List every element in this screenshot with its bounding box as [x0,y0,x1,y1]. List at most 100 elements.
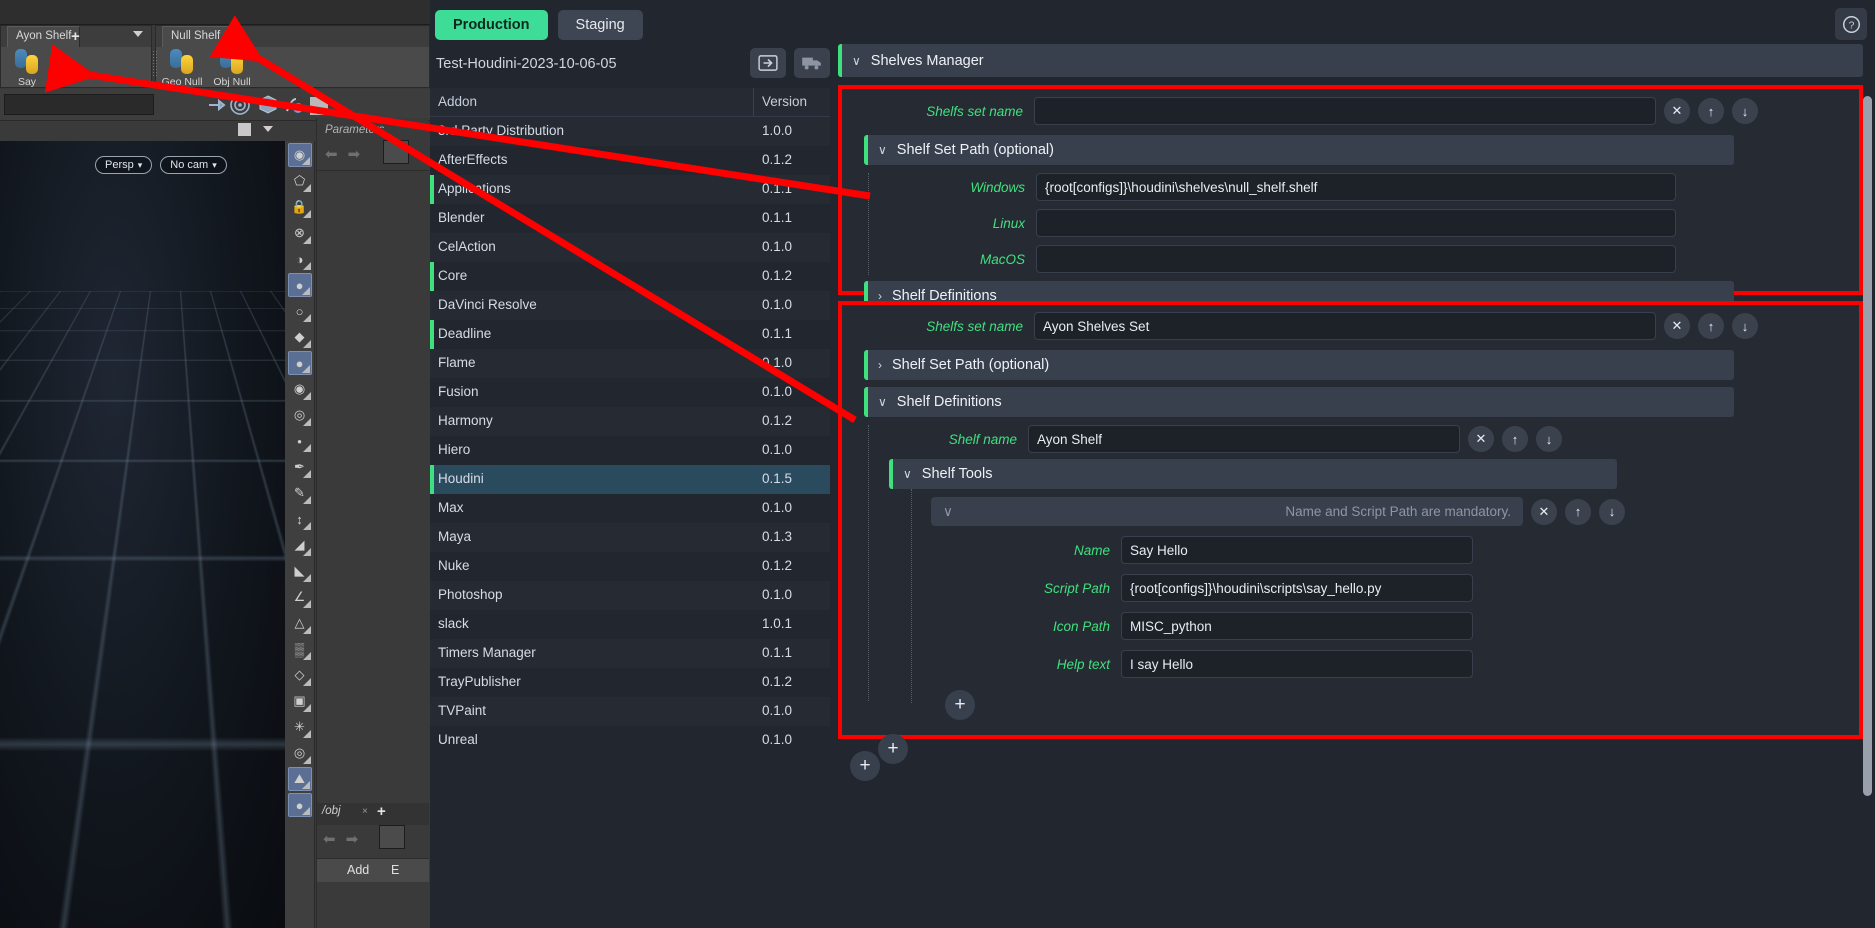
image-icon[interactable]: ⛰ [287,767,312,791]
parameters-thumbnail-icon[interactable] [383,140,409,164]
camera-eye-icon[interactable]: ◎ [288,403,312,427]
paint-bucket-12-icon[interactable]: ◣ [288,559,312,583]
submenu-triangle-icon[interactable] [302,262,311,270]
production-button[interactable]: Production [435,10,548,40]
viewport-camera-dropdown[interactable]: No cam [160,156,227,174]
shelf-definitions-header-2[interactable]: ∨ Shelf Definitions [864,387,1734,417]
disc-icon[interactable]: ◎ [288,741,312,765]
table-row[interactable]: Hiero 0.1.0 [430,436,830,465]
remove-set-button[interactable]: ✕ [1664,313,1690,339]
remove-tool-button[interactable]: ✕ [1531,498,1557,525]
table-row[interactable]: Deadline 0.1.1 [430,320,830,349]
obj-tab-label[interactable]: /obj [322,805,341,817]
angle-icon[interactable]: ∠ [288,585,312,609]
move-tool-up-button[interactable]: ↑ [1565,498,1591,525]
column-header-addon[interactable]: Addon [430,88,754,116]
table-row[interactable]: TrayPublisher 0.1.2 [430,668,830,697]
paint-brush-icon[interactable]: ✒ [288,455,312,479]
measure-12-icon[interactable]: ↕ [288,507,312,531]
submenu-triangle-icon[interactable] [302,522,311,530]
checker-icon[interactable]: ▒ [288,637,312,661]
forward-arrow-icon[interactable]: ➡ [346,830,359,848]
table-row[interactable]: Maya 0.1.3 [430,523,830,552]
table-row[interactable]: DaVinci Resolve 0.1.0 [430,291,830,320]
submenu-triangle-icon[interactable] [301,365,310,373]
obj-tab-close-icon[interactable]: × [362,806,368,817]
shelf-tab-null-shelf[interactable]: Null Shelf [162,26,230,47]
submenu-triangle-icon[interactable] [302,392,311,400]
table-row[interactable]: Houdini 0.1.5 [430,465,830,494]
submenu-triangle-icon[interactable] [302,626,311,634]
back-arrow-icon[interactable]: ⬅ [325,145,338,163]
table-row[interactable]: CelAction 0.1.0 [430,233,830,262]
layout-square-icon[interactable] [238,123,251,136]
submenu-triangle-icon[interactable] [302,210,311,218]
diamond-icon[interactable]: ◇ [288,663,312,687]
cone-icon[interactable]: △ [288,611,312,635]
table-row[interactable]: Unreal 0.1.0 [430,726,830,755]
shelves-manager-header[interactable]: ∨ Shelves Manager [838,44,1863,77]
add-shelf-button[interactable]: + [878,734,908,764]
table-row[interactable]: Blender 0.1.1 [430,204,830,233]
submenu-triangle-icon[interactable] [301,781,310,789]
submenu-triangle-icon[interactable] [302,600,311,608]
table-row[interactable]: AfterEffects 0.1.2 [430,146,830,175]
table-row[interactable]: Flame 0.1.0 [430,349,830,378]
move-set-down-button[interactable]: ↓ [1732,98,1758,124]
table-row[interactable]: Core 0.1.2 [430,262,830,291]
shelf-add-button[interactable]: + [71,27,80,46]
submenu-triangle-icon[interactable] [302,730,311,738]
tool-name-input[interactable] [1121,536,1473,564]
paint-bucket-icon[interactable]: ◢ [288,533,312,557]
move-shelf-down-button[interactable]: ↓ [1536,426,1562,452]
box-icon[interactable] [256,93,280,117]
light-bulb-icon[interactable]: ● [287,273,312,297]
point-icon[interactable]: • [288,429,312,453]
shelf-tool-geo-null[interactable]: Geo Null [160,48,204,88]
submenu-triangle-icon[interactable] [302,756,311,764]
shelf-add-button[interactable]: + [228,27,237,46]
houdini-path-input[interactable] [4,94,154,115]
remove-set-button[interactable]: ✕ [1664,98,1690,124]
material-icon[interactable] [282,93,306,117]
submenu-triangle-icon[interactable] [302,340,311,348]
submenu-triangle-icon[interactable] [301,807,310,815]
submenu-triangle-icon[interactable] [302,314,311,322]
table-row[interactable]: Fusion 0.1.0 [430,378,830,407]
submenu-triangle-icon[interactable] [302,574,311,582]
shelf-set-path-header-2[interactable]: › Shelf Set Path (optional) [864,350,1734,380]
submenu-triangle-icon[interactable] [302,236,311,244]
shelf-drag-handle[interactable] [152,50,157,76]
shading-sphere-icon[interactable]: ◑ [288,247,312,271]
submenu-triangle-icon[interactable] [302,548,311,556]
table-row[interactable]: Max 0.1.0 [430,494,830,523]
shelf-tool-header[interactable]: ∨ Name and Script Path are mandatory. [931,497,1523,526]
shelfs-set-name-input[interactable] [1034,97,1656,125]
help-button[interactable]: ? [1835,8,1867,40]
shelf-tools-header[interactable]: ∨ Shelf Tools [889,459,1617,489]
polygon-select-icon[interactable]: ⬠ [288,169,312,193]
add-tool-button[interactable]: + [945,690,975,720]
tool-help-text-input[interactable] [1121,650,1473,678]
submenu-triangle-icon[interactable] [302,470,311,478]
remove-shelf-button[interactable]: ✕ [1468,426,1494,452]
deliver-button[interactable] [794,48,830,78]
submenu-triangle-icon[interactable] [302,496,311,504]
normals-icon[interactable]: ✳ [288,715,312,739]
obj-add-row[interactable]: Add E [317,858,429,882]
back-arrow-icon[interactable]: ⬅ [323,830,336,848]
target-icon[interactable] [228,93,252,117]
shelf-set-path-header-1[interactable]: ∨ Shelf Set Path (optional) [864,135,1734,165]
uv-icon[interactable]: ▣ [288,689,312,713]
shelf-name-input[interactable] [1028,425,1460,453]
viewport-view-dropdown[interactable]: Persp [95,156,153,174]
pin-location-icon[interactable]: ● [287,793,312,817]
move-tool-down-button[interactable]: ↓ [1599,498,1625,525]
table-row[interactable]: slack 1.0.1 [430,610,830,639]
move-set-up-button[interactable]: ↑ [1698,313,1724,339]
staging-button[interactable]: Staging [557,10,643,40]
view-display-icon[interactable]: ◉ [287,143,312,167]
obj-nav[interactable]: ⬅ ➡ [323,830,358,848]
shelf-tool-obj-null[interactable]: Obj Null [210,48,254,88]
houdini-3d-viewport[interactable]: Persp No cam [0,141,285,928]
